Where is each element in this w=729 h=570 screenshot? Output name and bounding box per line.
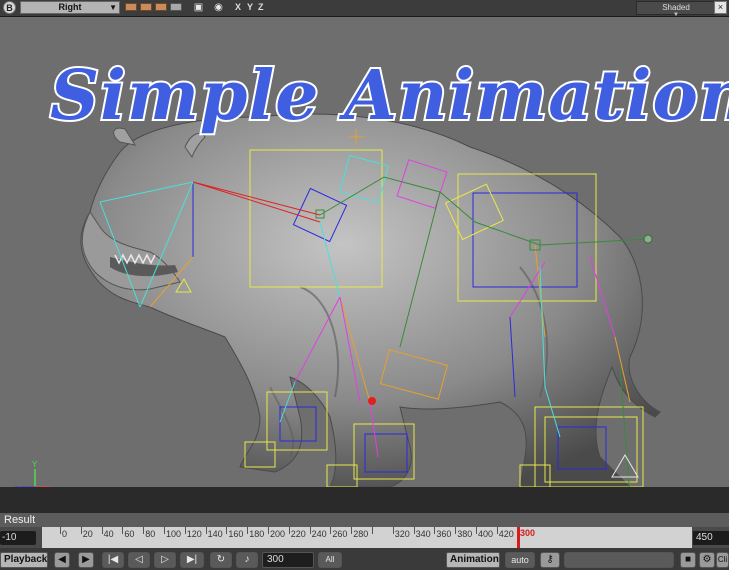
- timeline-tick-label: 120: [186, 529, 202, 539]
- key-icon[interactable]: ⚷: [540, 552, 560, 568]
- layout-swatch-1[interactable]: [125, 3, 137, 11]
- overlay-title: Simple Animation: [50, 56, 729, 136]
- timeline-tick-label: 260: [332, 529, 348, 539]
- camera-icon[interactable]: ▣: [192, 1, 205, 14]
- chevron-down-icon: ▼: [109, 3, 117, 12]
- timeline-tick-label: 40: [103, 529, 114, 539]
- layout-swatch-3[interactable]: [155, 3, 167, 11]
- axis-gizmo-icon: Y Z: [14, 460, 50, 487]
- timeline-tick: [247, 527, 249, 534]
- timeline-start-field[interactable]: -10: [0, 531, 36, 545]
- view-name: Right: [58, 2, 82, 12]
- timeline-tick: [143, 527, 145, 534]
- timeline-tick: [476, 527, 477, 534]
- timeline-tick: [80, 527, 82, 534]
- timeline-tick: [455, 527, 457, 534]
- playback-controls: Playback ◀ ▶ |◀ ◁ ▷ ▶| ↻ ♪ 300 All Anima…: [0, 548, 729, 570]
- current-frame-label: 300: [520, 528, 536, 538]
- playback-menu-button[interactable]: Playback: [0, 552, 48, 568]
- timeline-tick: [60, 527, 61, 534]
- result-bar: Result: [0, 513, 729, 527]
- timeline-ruler[interactable]: 300 0 20 40 60 80 100 120 140 160 180 200 220 240 260…: [42, 527, 692, 548]
- previous-key-button[interactable]: ◀: [54, 552, 70, 568]
- timeline-tick-label: 0: [62, 529, 68, 539]
- timeline-tick-label: 280: [353, 529, 369, 539]
- timeline-tick: [226, 527, 228, 534]
- layout-swatch-4[interactable]: [170, 3, 182, 11]
- timeline-tick: [330, 527, 332, 534]
- timeline-tick: [496, 527, 498, 534]
- frame-field[interactable]: 300: [262, 552, 314, 568]
- clip-button[interactable]: Cli: [716, 552, 729, 568]
- timeline-tick: [392, 527, 394, 534]
- timeline-tick: [164, 527, 165, 534]
- timeline-tick: [372, 527, 373, 534]
- 3d-viewport[interactable]: Y Z Simple Animation: [0, 17, 729, 487]
- scene-render: Y Z Simple Animation: [14, 54, 729, 487]
- timeline-tick-label: 220: [290, 529, 306, 539]
- go-to-end-button[interactable]: ▶|: [180, 552, 204, 568]
- timeline: -10 300 0 20 40 60 80 100 120 140 160 180 200 220 24…: [0, 527, 729, 548]
- next-key-button[interactable]: ▶: [78, 552, 94, 568]
- axis-z-button[interactable]: Z: [258, 2, 264, 12]
- timeline-tick-label: 420: [498, 529, 514, 539]
- stop-icon[interactable]: ■: [680, 552, 696, 568]
- timeline-tick: [288, 527, 290, 534]
- timeline-tick: [101, 527, 103, 534]
- timeline-tick-label: 380: [457, 529, 473, 539]
- timeline-tick: [184, 527, 186, 534]
- layout-swatch-2[interactable]: [140, 3, 152, 11]
- settings-icon[interactable]: ⚙: [699, 552, 715, 568]
- speaker-icon[interactable]: ♪: [236, 552, 258, 568]
- axis-y-button[interactable]: Y: [247, 2, 253, 12]
- timeline-tick: [122, 527, 124, 534]
- timeline-tick-label: 140: [207, 529, 223, 539]
- timeline-tick-label: 240: [311, 529, 327, 539]
- timeline-tick-label: 20: [82, 529, 93, 539]
- play-button[interactable]: ▷: [154, 552, 176, 568]
- shading-mode-selector[interactable]: Shaded ▼: [636, 1, 716, 18]
- animation-menu-button[interactable]: Animation: [446, 552, 500, 568]
- timeline-tick-label: 200: [270, 529, 286, 539]
- timeline-tick-label: 80: [145, 529, 156, 539]
- svg-text:Y: Y: [32, 460, 38, 469]
- viewport-badge[interactable]: B: [3, 1, 16, 14]
- timeline-tick-label: 340: [415, 529, 431, 539]
- close-button[interactable]: ×: [714, 1, 727, 14]
- timeline-tick-label: 60: [124, 529, 135, 539]
- loop-icon[interactable]: ↻: [210, 552, 232, 568]
- timeline-tick: [413, 527, 415, 534]
- timeline-tick-label: 360: [436, 529, 452, 539]
- range-selector[interactable]: All: [318, 552, 342, 568]
- timeline-tick: [309, 527, 311, 534]
- timeline-tick: [434, 527, 436, 534]
- axis-x-button[interactable]: X: [235, 2, 241, 12]
- timeline-tick-label: 320: [394, 529, 410, 539]
- timeline-tick-label: 400: [478, 529, 494, 539]
- result-label: Result: [4, 514, 36, 526]
- viewport-toolbar: B Right ▼ ▣ ◉ X Y Z Shaded ▼ ×: [0, 0, 729, 18]
- timeline-tick-label: 100: [166, 529, 182, 539]
- timeline-tick-label: 180: [249, 529, 265, 539]
- go-to-start-button[interactable]: |◀: [102, 552, 124, 568]
- timeline-tick: [268, 527, 269, 534]
- view-selector[interactable]: Right ▼: [20, 1, 120, 14]
- step-back-button[interactable]: ◁: [128, 552, 150, 568]
- eye-icon[interactable]: ◉: [212, 1, 225, 14]
- timeline-tick: [205, 527, 207, 534]
- timeline-tick: [351, 527, 353, 534]
- auto-key-button[interactable]: auto: [505, 552, 535, 568]
- range-slider[interactable]: [564, 552, 674, 568]
- timeline-tick-label: 160: [228, 529, 244, 539]
- timeline-end-field[interactable]: 450: [693, 531, 729, 545]
